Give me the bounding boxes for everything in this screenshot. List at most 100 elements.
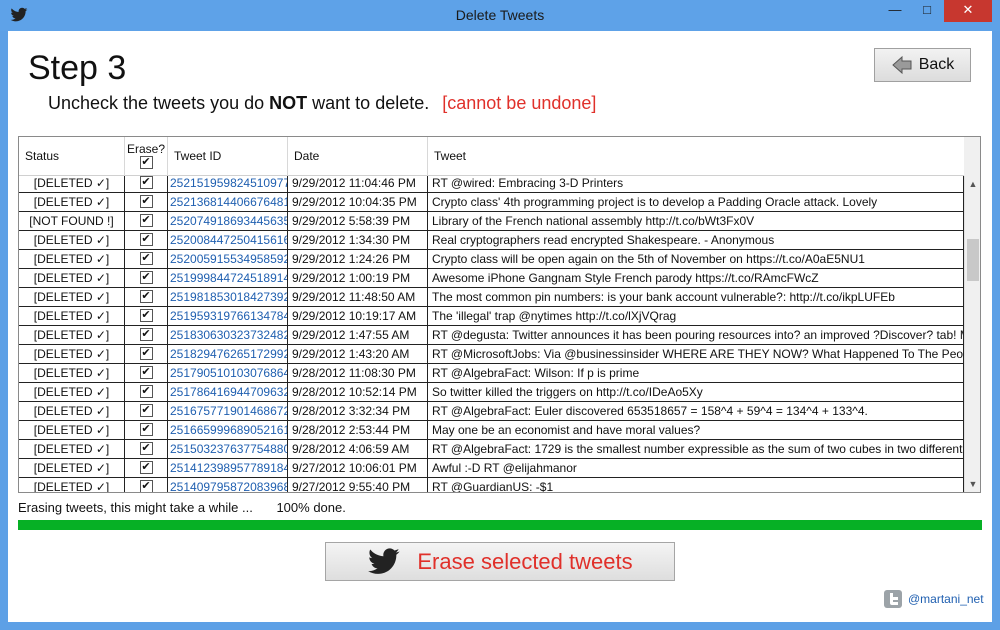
cell-erase: ✔ — [125, 231, 168, 250]
erase-checkbox[interactable]: ✔ — [139, 480, 153, 492]
progress-message: Erasing tweets, this might take a while … — [18, 500, 253, 515]
erase-checkbox[interactable]: ✔ — [139, 347, 153, 361]
erase-checkbox[interactable]: ✔ — [139, 461, 153, 475]
table-row[interactable]: [DELETED ✓] ✔ 251999844724518914 9/29/2012 … — [19, 269, 964, 288]
column-header-date[interactable]: Date — [288, 137, 428, 176]
table-row[interactable]: [DELETED ✓] ✔ 251675771901468672 9/28/2012 … — [19, 402, 964, 421]
cell-erase: ✔ — [125, 307, 168, 326]
cell-date: 9/27/2012 10:06:01 PM — [288, 459, 428, 478]
table-row[interactable]: [DELETED ✓] ✔ 251829476265172992 9/29/2012 … — [19, 345, 964, 364]
erase-checkbox[interactable]: ✔ — [139, 271, 153, 285]
table-row[interactable]: [DELETED ✓] ✔ 251981853018427392 9/29/2012 … — [19, 288, 964, 307]
table-row[interactable]: [DELETED ✓] ✔ 251786416944709632 9/28/2012 … — [19, 383, 964, 402]
select-all-checkbox[interactable]: ✔ — [139, 156, 153, 170]
twitter-bird-icon — [368, 547, 400, 574]
cell-erase: ✔ — [125, 459, 168, 478]
title-bar[interactable]: Delete Tweets — □ ✕ — [0, 0, 1000, 31]
cell-erase: ✔ — [125, 345, 168, 364]
scroll-down-icon[interactable]: ▼ — [965, 476, 980, 492]
cell-id[interactable]: 251786416944709632 — [168, 383, 288, 402]
column-header-tweet-id[interactable]: Tweet ID — [168, 137, 288, 176]
cell-status: [DELETED ✓] — [19, 459, 125, 478]
cell-id[interactable]: 252008447250415616 — [168, 231, 288, 250]
maximize-button[interactable]: □ — [912, 0, 942, 22]
table-row[interactable]: [DELETED ✓] ✔ 251830630323732482 9/29/2012 … — [19, 326, 964, 345]
cell-id[interactable]: 251981853018427392 — [168, 288, 288, 307]
page-title: Step 3 — [28, 49, 127, 87]
table-row[interactable]: [DELETED ✓] ✔ 251665999689052161 9/28/2012 … — [19, 421, 964, 440]
cell-id[interactable]: 251409795872083968 — [168, 478, 288, 492]
erase-checkbox[interactable]: ✔ — [139, 176, 153, 190]
cell-erase: ✔ — [125, 478, 168, 492]
instructions-prefix: Uncheck the tweets you do — [48, 93, 265, 113]
erase-checkbox[interactable]: ✔ — [139, 252, 153, 266]
erase-checkbox[interactable]: ✔ — [139, 328, 153, 342]
cell-id[interactable]: 252005915534958592 — [168, 250, 288, 269]
table-row[interactable]: [DELETED ✓] ✔ 251412398957789184 9/27/2012 … — [19, 459, 964, 478]
cell-id[interactable]: 251790510103076864 — [168, 364, 288, 383]
minimize-button[interactable]: — — [880, 0, 910, 22]
twitter-logo-icon — [884, 590, 902, 608]
author-link[interactable]: @martani_net — [884, 590, 984, 608]
cell-status: [DELETED ✓] — [19, 307, 125, 326]
cell-tweet: Crypto class will be open again on the 5… — [428, 250, 964, 269]
erase-checkbox[interactable]: ✔ — [139, 309, 153, 323]
column-header-status[interactable]: Status — [19, 137, 125, 176]
cell-status: [NOT FOUND !] — [19, 212, 125, 231]
cell-id[interactable]: 251959319766134784 — [168, 307, 288, 326]
erase-checkbox[interactable]: ✔ — [139, 233, 153, 247]
cell-id[interactable]: 252151959824510977 — [168, 176, 288, 193]
cell-id[interactable]: 251999844724518914 — [168, 269, 288, 288]
erase-checkbox[interactable]: ✔ — [139, 404, 153, 418]
erase-checkbox[interactable]: ✔ — [139, 214, 153, 228]
scroll-thumb[interactable] — [967, 239, 979, 281]
column-header-tweet[interactable]: Tweet — [428, 137, 964, 176]
cell-erase: ✔ — [125, 440, 168, 459]
cell-erase: ✔ — [125, 326, 168, 345]
table-row[interactable]: [DELETED ✓] ✔ 252136814406676481 9/29/2012 … — [19, 193, 964, 212]
table-row[interactable]: [DELETED ✓] ✔ 252151959824510977 9/29/2012 … — [19, 176, 964, 193]
cell-id[interactable]: 252136814406676481 — [168, 193, 288, 212]
cell-tweet: The 'illegal' trap @nytimes http://t.co/… — [428, 307, 964, 326]
cell-status: [DELETED ✓] — [19, 440, 125, 459]
cell-date: 9/28/2012 4:06:59 AM — [288, 440, 428, 459]
table-row[interactable]: [DELETED ✓] ✔ 251409795872083968 9/27/2012 … — [19, 478, 964, 492]
cell-tweet: May one be an economist and have moral v… — [428, 421, 964, 440]
cell-id[interactable]: 251675771901468672 — [168, 402, 288, 421]
table-row[interactable]: [DELETED ✓] ✔ 252008447250415616 9/29/2012 … — [19, 231, 964, 250]
table-row[interactable]: [DELETED ✓] ✔ 251959319766134784 9/29/2012 … — [19, 307, 964, 326]
table-row[interactable]: [DELETED ✓] ✔ 251503237637754880 9/28/2012 … — [19, 440, 964, 459]
erase-checkbox[interactable]: ✔ — [139, 423, 153, 437]
table-row[interactable]: [DELETED ✓] ✔ 252005915534958592 9/29/2012 … — [19, 250, 964, 269]
cell-id[interactable]: 251829476265172992 — [168, 345, 288, 364]
scroll-up-icon[interactable]: ▲ — [965, 176, 980, 193]
instructions-emphasis: NOT — [269, 93, 308, 113]
column-header-erase[interactable]: Erase? ✔ — [125, 137, 168, 176]
cell-id[interactable]: 251830630323732482 — [168, 326, 288, 345]
erase-checkbox[interactable]: ✔ — [139, 366, 153, 380]
cell-id[interactable]: 251503237637754880 — [168, 440, 288, 459]
cell-date: 9/29/2012 1:47:55 AM — [288, 326, 428, 345]
table-row[interactable]: [DELETED ✓] ✔ 251790510103076864 9/28/2012 … — [19, 364, 964, 383]
erase-checkbox[interactable]: ✔ — [139, 290, 153, 304]
cell-id[interactable]: 251665999689052161 — [168, 421, 288, 440]
cell-status: [DELETED ✓] — [19, 402, 125, 421]
vertical-scrollbar[interactable]: ▲ ▼ — [964, 176, 980, 492]
cell-id[interactable]: 251412398957789184 — [168, 459, 288, 478]
erase-selected-button[interactable]: Erase selected tweets — [325, 542, 675, 581]
cell-status: [DELETED ✓] — [19, 421, 125, 440]
erase-checkbox[interactable]: ✔ — [139, 195, 153, 209]
cell-status: [DELETED ✓] — [19, 231, 125, 250]
cell-tweet: Real cryptographers read encrypted Shake… — [428, 231, 964, 250]
erase-checkbox[interactable]: ✔ — [139, 385, 153, 399]
table-row[interactable]: [NOT FOUND !] ✔ 252074918693445635 9/29/201… — [19, 212, 964, 231]
cell-status: [DELETED ✓] — [19, 288, 125, 307]
tweets-table[interactable]: Status Erase? ✔ Tweet ID Date Tweet [DEL… — [18, 136, 981, 493]
cell-status: [DELETED ✓] — [19, 176, 125, 193]
cell-id[interactable]: 252074918693445635 — [168, 212, 288, 231]
author-link-text: @martani_net — [908, 592, 984, 606]
cell-tweet: The most common pin numbers: is your ban… — [428, 288, 964, 307]
erase-checkbox[interactable]: ✔ — [139, 442, 153, 456]
close-button[interactable]: ✕ — [944, 0, 992, 22]
back-button[interactable]: Back — [874, 48, 971, 82]
